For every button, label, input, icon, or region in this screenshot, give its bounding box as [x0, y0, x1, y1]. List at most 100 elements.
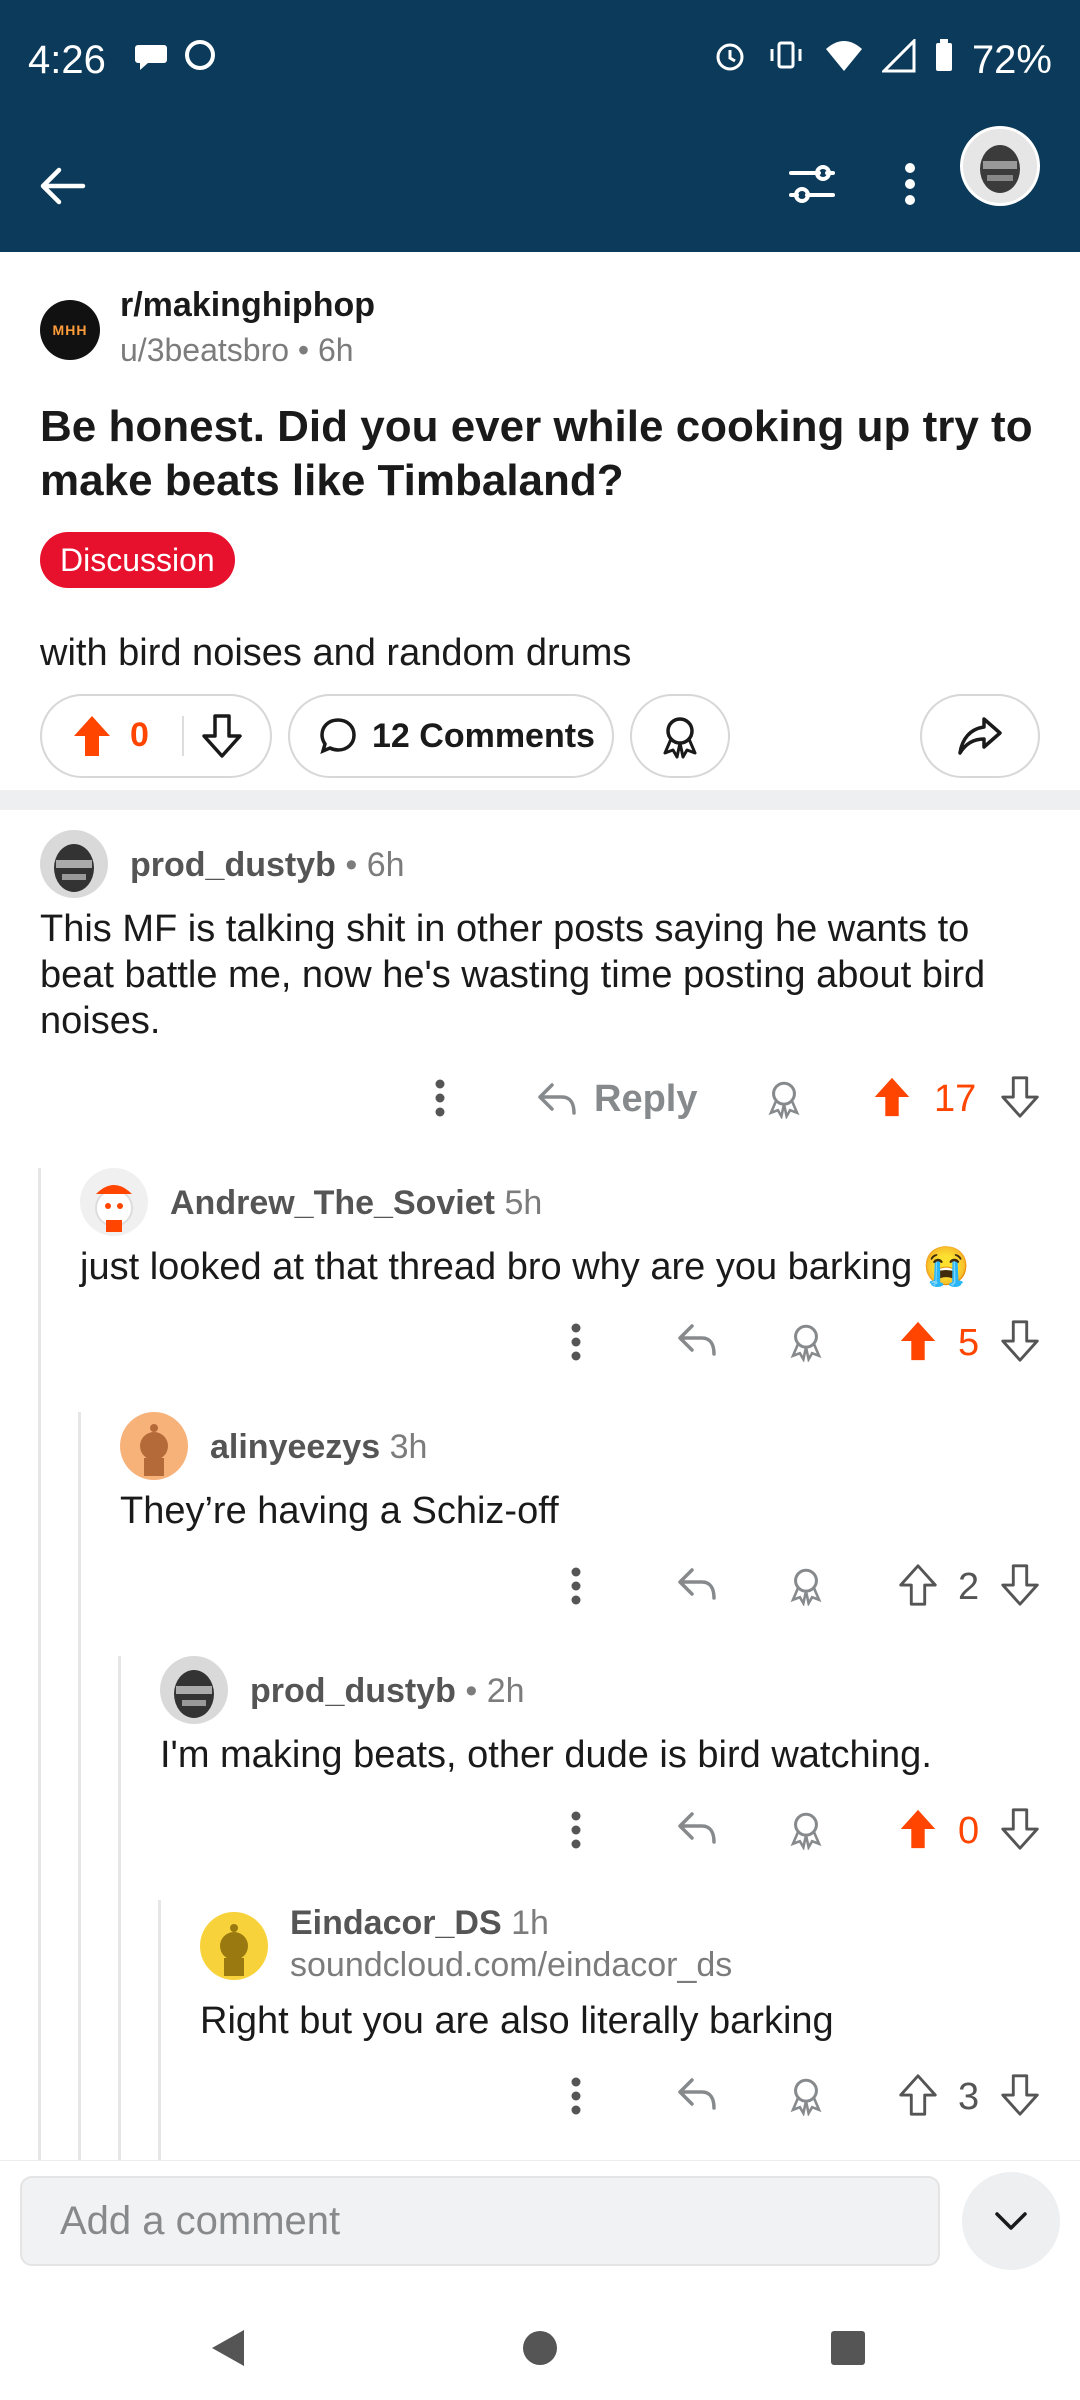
- upvote-filled-icon: [900, 1809, 936, 1849]
- comment-more-button[interactable]: [556, 1322, 596, 1362]
- comment-reply-button[interactable]: [676, 2076, 718, 2112]
- more-vertical-icon: [571, 1567, 581, 1605]
- comment-award-button[interactable]: [786, 2074, 826, 2116]
- comment-more-button[interactable]: [420, 1078, 460, 1118]
- commenter-avatar[interactable]: [160, 1656, 228, 1724]
- app-bar: [0, 120, 1080, 252]
- award-button[interactable]: [630, 694, 730, 778]
- thread-line-level-3[interactable]: [118, 1656, 121, 2160]
- comment-header: Eindacor_DS 1h: [290, 1904, 549, 1943]
- add-comment-input[interactable]: Add a comment: [20, 2176, 940, 2266]
- commenter-avatar[interactable]: [120, 1412, 188, 1480]
- nav-home-button[interactable]: [512, 2320, 568, 2376]
- post-vote-pill: 0: [40, 694, 272, 778]
- thread-line-level-2[interactable]: [78, 1412, 81, 2160]
- post-author[interactable]: u/3beatsbro: [120, 332, 289, 368]
- award-icon: [790, 1812, 822, 1850]
- comment-downvote-button[interactable]: [1000, 1318, 1040, 1364]
- comment-award-button[interactable]: [786, 1808, 826, 1850]
- reply-label: Reply: [594, 1077, 698, 1120]
- nav-back-button[interactable]: [200, 2320, 256, 2376]
- comment-award-button[interactable]: [786, 1320, 826, 1362]
- back-button[interactable]: [30, 154, 94, 218]
- comment-body: They’re having a Schiz-off: [120, 1490, 559, 1532]
- comment-downvote-button[interactable]: [1000, 2072, 1040, 2118]
- meta-dot: •: [297, 332, 318, 368]
- comment-upvote-button[interactable]: [898, 1806, 938, 1852]
- comment-username[interactable]: prod_dustyb: [130, 846, 336, 884]
- comment-award-button[interactable]: [786, 1564, 826, 1606]
- post-downvote-button[interactable]: [202, 712, 242, 765]
- comment-upvote-button[interactable]: [872, 1074, 912, 1120]
- thread-line-level-4[interactable]: [158, 1900, 161, 2160]
- downvote-icon: [1001, 1808, 1039, 1850]
- chevron-down-icon: [995, 2212, 1027, 2230]
- snoo-avatar-icon: [140, 1424, 168, 1476]
- commenter-avatar[interactable]: [200, 1912, 268, 1980]
- commenter-avatar[interactable]: [80, 1168, 148, 1236]
- comment-upvote-button[interactable]: [898, 2072, 938, 2118]
- comment-body: Right but you are also literally barking: [200, 2000, 834, 2042]
- post-title: Be honest. Did you ever while cooking up…: [40, 402, 1033, 505]
- award-icon: [790, 1568, 822, 1606]
- comment-username[interactable]: prod_dustyb: [250, 1672, 456, 1710]
- upvote-filled-icon: [900, 1321, 936, 1361]
- comment-more-button[interactable]: [556, 1810, 596, 1850]
- share-button[interactable]: [920, 694, 1040, 778]
- sort-filter-button[interactable]: [780, 152, 844, 216]
- comment-reply-button[interactable]: [676, 1810, 718, 1846]
- downvote-icon: [1001, 1564, 1039, 1606]
- subreddit-icon[interactable]: MHH: [40, 300, 100, 360]
- post-upvote-button[interactable]: [72, 712, 112, 765]
- avatar-icon: [174, 1670, 214, 1718]
- user-avatar-button[interactable]: [960, 126, 1040, 206]
- commenter-avatar[interactable]: [40, 830, 108, 898]
- comment-upvote-button[interactable]: [898, 1562, 938, 1608]
- comment-bubble-icon: [320, 718, 356, 755]
- comment-score: 5: [958, 1322, 980, 1364]
- comment-upvote-button[interactable]: [898, 1318, 938, 1364]
- comment-downvote-button[interactable]: [1000, 1562, 1040, 1608]
- comment-username[interactable]: Eindacor_DS: [290, 1904, 502, 1942]
- downvote-icon: [202, 714, 242, 758]
- status-bar: 4:26 72%: [0, 0, 1080, 120]
- downvote-icon: [1001, 2074, 1039, 2116]
- subreddit-name[interactable]: r/makinghiphop: [120, 286, 375, 325]
- post-body: with bird noises and random drums: [40, 632, 632, 674]
- comments-button[interactable]: 12 Comments: [288, 694, 614, 778]
- downvote-icon: [1001, 1076, 1039, 1118]
- comment-downvote-button[interactable]: [1000, 1074, 1040, 1120]
- thread-line-level-1[interactable]: [38, 1168, 41, 2160]
- award-icon: [663, 717, 697, 759]
- comment-more-button[interactable]: [556, 1566, 596, 1606]
- comment-reply-button[interactable]: [676, 1566, 718, 1602]
- post-flair[interactable]: Discussion: [40, 532, 235, 588]
- back-arrow-icon: [40, 167, 86, 205]
- overflow-menu-button[interactable]: [880, 152, 940, 216]
- nav-recents-button[interactable]: [820, 2320, 876, 2376]
- comment-user-link[interactable]: soundcloud.com/eindacor_ds: [290, 1946, 732, 1985]
- post-card: MHH r/makinghiphop u/3beatsbro • 6h Be h…: [0, 252, 1080, 792]
- reply-icon: [678, 1568, 716, 1600]
- comment-score: 0: [958, 1810, 980, 1852]
- comment-username[interactable]: Andrew_The_Soviet: [170, 1184, 495, 1222]
- share-icon: [958, 717, 1002, 755]
- comment-reply-button[interactable]: Reply: [536, 1076, 697, 1122]
- more-vertical-icon: [571, 2077, 581, 2115]
- reply-icon: [678, 2078, 716, 2110]
- comment-award-button[interactable]: [762, 1076, 806, 1120]
- upvote-outline-icon: [899, 2074, 937, 2116]
- comment-more-button[interactable]: [556, 2076, 596, 2116]
- reply-icon: [678, 1324, 716, 1356]
- collapse-threads-button[interactable]: [962, 2172, 1060, 2270]
- upvote-filled-icon: [74, 716, 110, 756]
- comment-time: 1h: [511, 1904, 549, 1942]
- comment-username[interactable]: alinyeezys: [210, 1428, 380, 1466]
- comment-downvote-button[interactable]: [1000, 1806, 1040, 1852]
- comment-reply-button[interactable]: [676, 1322, 718, 1358]
- comment-body: This MF is talking shit in other posts s…: [40, 908, 986, 1042]
- more-vertical-icon: [435, 1079, 445, 1117]
- comment-time: 5h: [504, 1184, 543, 1222]
- comment-score: 3: [958, 2076, 980, 2118]
- battery-percent: 72%: [971, 37, 1052, 82]
